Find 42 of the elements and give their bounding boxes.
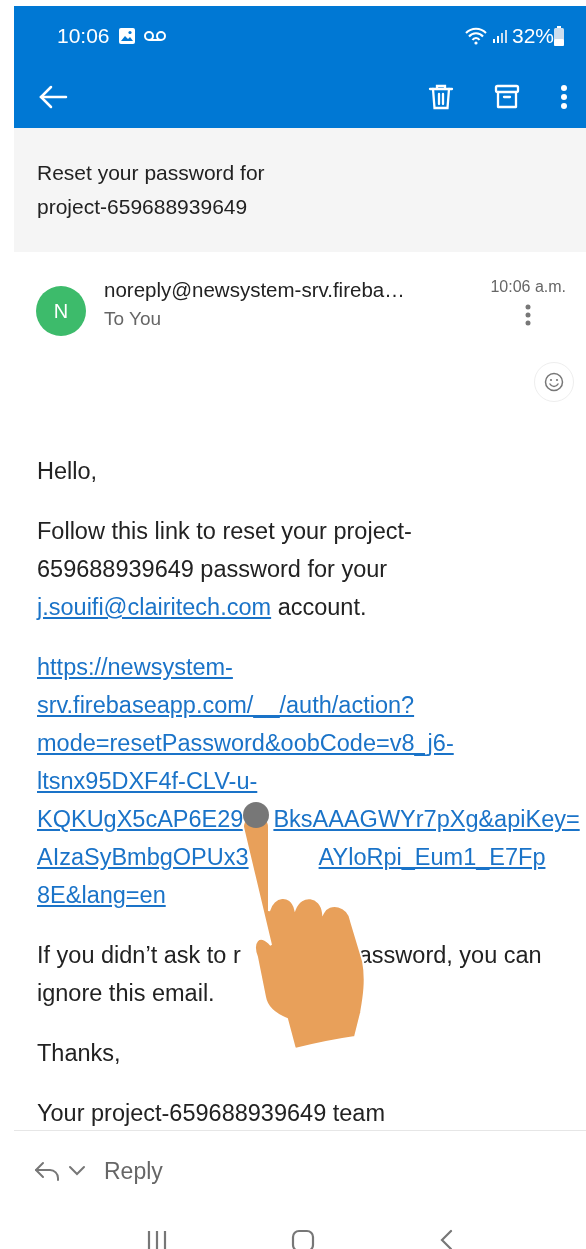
archive-button[interactable] [494,84,520,110]
voicemail-icon [143,30,166,42]
reset-link[interactable]: AIzaSyBmbgOPUx3 [37,838,249,876]
back-button[interactable] [38,85,68,109]
email-subject: Reset your password for project-659688939649 [37,160,266,220]
reset-link[interactable]: KQKUgX5cAP6E29 [37,800,244,838]
recipient-label: To You [104,308,163,330]
body-text: ignore this email. [37,979,215,1008]
reply-icon [34,1160,60,1182]
message-time: 10:06 a.m. [490,278,566,296]
email-link[interactable]: j.souifi@clairitech.com [37,594,272,620]
image-icon [117,27,136,45]
signal-icon [491,28,508,44]
chevron-down-icon[interactable] [68,1165,86,1177]
body-text: If you didn’t ask to r [37,941,241,970]
sender-address: noreply@newsystem-srv.fireba… [104,278,406,302]
back-nav-icon[interactable] [438,1229,455,1249]
more-options-button[interactable] [560,84,568,110]
reply-button[interactable]: Reply [104,1157,163,1185]
body-paragraph: Follow this link to reset your project-659688939649 password for your j.souifi@clairitech.com account. [37,517,413,622]
status-time: 10:06 [57,24,110,48]
body-text: Your project-659688939649 team [37,1099,386,1128]
reset-link[interactable]: https://newsystem- [37,648,233,686]
home-icon[interactable] [291,1229,315,1249]
sender-avatar: N [36,286,86,336]
reset-link[interactable]: 8E&lang=en [37,876,166,914]
reset-link[interactable]: AYloRpi_Eum1_E7Fp [318,838,546,876]
delete-button[interactable] [428,83,454,111]
recent-apps-icon[interactable] [145,1229,168,1249]
reset-link[interactable]: mode=resetPassword&oobCode=v8_j6- [37,724,454,762]
battery-percent: 32% [511,24,554,48]
body-text: Hello, [37,457,99,486]
body-text: Thanks, [37,1039,122,1068]
reaction-button[interactable] [534,362,574,402]
reset-link[interactable]: srv.firebaseapp.com/__/auth/action? [37,686,415,724]
wifi-icon [463,26,488,46]
battery-icon [554,26,564,46]
body-text: assword, you can [358,941,542,970]
message-options-button[interactable] [525,304,532,326]
reset-link[interactable]: ltsnx95DXF4f-CLV-u- [37,762,258,800]
smiley-icon [544,372,564,392]
reset-link[interactable]: BksAAAGWYr7pXg&apiKey= [273,800,580,838]
